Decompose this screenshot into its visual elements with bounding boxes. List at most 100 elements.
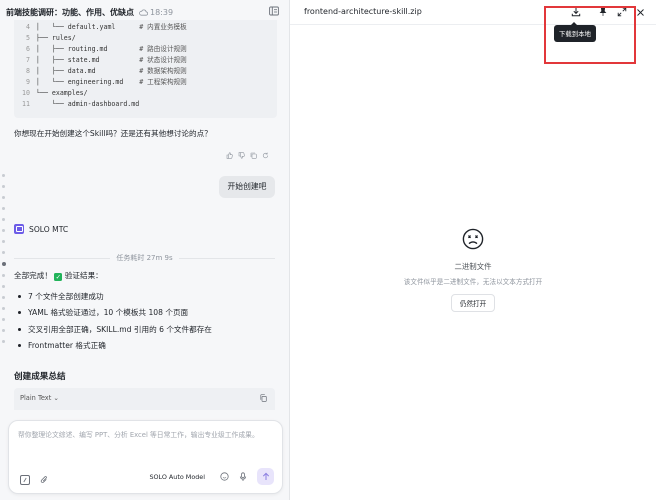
composer-placeholder[interactable]: 帮你整理论文综述、编写 PPT、分析 Excel 等日常工作，输出专业级工作成果… — [18, 430, 273, 441]
open-anyway-button[interactable]: 仍然打开 — [450, 294, 496, 312]
divider-line — [14, 257, 111, 259]
thumbs-up-icon[interactable] — [226, 152, 233, 159]
start-creating-button[interactable]: 开始创建吧 — [219, 176, 275, 198]
code-language-selector[interactable]: Plain Text ⌄ — [20, 394, 59, 402]
list-item: Frontmatter 格式正确 — [14, 338, 212, 355]
timeline-dot[interactable] — [2, 307, 5, 310]
binary-file-notice: 二进制文件 该文件似乎是二进制文件，无法以文本方式打开 仍然打开 — [290, 228, 656, 312]
highlight-box — [544, 6, 636, 64]
timeline-dot[interactable] — [2, 296, 5, 299]
list-item: YAML 格式验证通过，10 个模板共 108 个页面 — [14, 305, 212, 322]
done-text: 全部完成！ — [14, 271, 52, 280]
code-line: 7 │ ├── state.md # 状态设计规则 — [16, 55, 277, 66]
conversation-title: 前端技能调研：功能、作用、优缺点 — [6, 7, 134, 17]
summary-title: 创建成果总结 — [14, 372, 66, 382]
composer-left-tools — [20, 475, 49, 485]
code-line: 11 └── admin-dashboard.md — [16, 99, 277, 110]
code-text: ├── rules/ — [36, 34, 76, 42]
regenerate-icon[interactable] — [262, 152, 269, 159]
send-button[interactable] — [257, 468, 274, 485]
assistant-question: 你想现在开始创建这个Skill吗？还是还有其他想讨论的点？ — [14, 129, 212, 138]
emoji-icon[interactable] — [220, 472, 229, 481]
composer-right-tools: SOLO Auto Model — [149, 468, 274, 485]
list-item-text: YAML 格式验证通过，10 个模板共 108 个页面 — [28, 308, 189, 318]
timeline-dot[interactable] — [2, 229, 5, 232]
code-text: └── admin-dashboard.md — [36, 100, 140, 108]
line-number: 7 — [26, 56, 30, 64]
list-item: 7 个文件全部创建成功 — [14, 288, 212, 305]
agent-name: SOLO MTC — [29, 224, 69, 234]
timeline-dot[interactable] — [2, 174, 5, 177]
message-composer[interactable]: 帮你整理论文综述、编写 PPT、分析 Excel 等日常工作，输出专业级工作成果… — [8, 420, 283, 494]
timeline-dot[interactable] — [2, 318, 5, 321]
line-number: 6 — [26, 45, 30, 53]
cloud-icon — [139, 8, 148, 16]
code-text: │ ├── state.md — [36, 56, 140, 64]
code-text: │ ├── routing.md — [36, 45, 140, 53]
code-language: Plain Text — [20, 394, 52, 402]
code-line: 9 │ └── engineering.md # 工程架构规则 — [16, 77, 277, 88]
line-number: 10 — [22, 89, 30, 97]
thumbs-down-icon[interactable] — [238, 152, 245, 159]
arrow-up-icon — [262, 472, 269, 480]
model-selector[interactable]: SOLO Auto Model — [149, 473, 205, 481]
copy-code-icon[interactable] — [260, 394, 267, 402]
timeline-dot[interactable] — [2, 329, 5, 332]
code-line: 8 │ ├── data.md # 数据架构规则 — [16, 66, 277, 77]
timeline-dot[interactable] — [2, 340, 5, 343]
chat-panel: 前端技能调研：功能、作用、优缺点 18:39 4 │ └── default.ya… — [0, 0, 290, 500]
code-block-file-tree: 4 │ └── default.yaml # 内置业务模板 5 ├── rules/6… — [14, 20, 277, 118]
microphone-icon[interactable] — [239, 471, 247, 482]
task-duration: 任务耗时 27m 9s — [116, 254, 173, 262]
binary-description: 该文件似乎是二进制文件，无法以文本方式打开 — [403, 278, 543, 286]
timeline-dot[interactable] — [2, 285, 5, 288]
divider-line — [178, 257, 275, 259]
code-line: 10 └── examples/ — [16, 88, 277, 99]
result-heading: 全部完成！ ✓ 验证结果： — [14, 270, 103, 281]
timeline-dot[interactable] — [2, 185, 5, 188]
file-name: frontend-architecture-skill.zip — [304, 7, 422, 16]
timeline-dot[interactable] — [2, 251, 5, 254]
timeline-dot[interactable] — [2, 218, 5, 221]
timeline-dot[interactable] — [2, 240, 5, 243]
timeline-dot[interactable] — [2, 207, 5, 210]
line-number: 8 — [26, 67, 30, 75]
line-number: 5 — [26, 34, 30, 42]
sad-face-icon — [462, 228, 484, 250]
file-viewer: frontend-architecture-skill.zip 下载到本地 二进… — [290, 0, 656, 500]
code-text: │ ├── data.md — [36, 67, 140, 75]
list-item-text: 交叉引用全部正确，SKILL.md 引用的 6 个文件都存在 — [28, 324, 212, 334]
list-item-text: Frontmatter 格式正确 — [28, 341, 106, 351]
time-label: 18:39 — [150, 7, 174, 17]
code-block-summary: Plain Text ⌄ — [14, 388, 275, 410]
timeline-dot-active[interactable] — [1, 262, 6, 266]
code-line: 5 ├── rules/ — [16, 33, 277, 44]
code-line: 4 │ └── default.yaml # 内置业务模板 — [16, 22, 277, 33]
timeline-dot[interactable] — [2, 196, 5, 199]
collapse-panel-icon[interactable] — [269, 6, 279, 16]
code-comment: # 内置业务模板 — [139, 23, 187, 31]
close-icon — [636, 8, 644, 16]
check-icon: ✓ — [54, 273, 63, 281]
scroll-timeline[interactable] — [1, 174, 6, 343]
code-line: 6 │ ├── routing.md # 路由设计规则 — [16, 44, 277, 55]
list-item-text: 7 个文件全部创建成功 — [28, 291, 104, 301]
code-text: │ └── default.yaml — [36, 23, 140, 31]
code-text: └── examples/ — [36, 89, 88, 97]
code-comment: # 路由设计规则 — [139, 45, 187, 53]
solo-logo-icon — [14, 224, 24, 234]
message-actions — [226, 152, 269, 159]
line-number: 11 — [22, 100, 30, 108]
attach-icon[interactable] — [40, 475, 49, 485]
line-number: 9 — [26, 78, 30, 86]
slash-command-icon[interactable] — [20, 475, 30, 485]
binary-title: 二进制文件 — [454, 262, 492, 271]
code-comment: # 工程架构规则 — [139, 78, 187, 86]
result-list: 7 个文件全部创建成功 YAML 格式验证通过，10 个模板共 108 个页面 … — [14, 288, 212, 354]
code-comment: # 状态设计规则 — [139, 56, 187, 64]
copy-icon[interactable] — [250, 152, 257, 159]
chevron-down-icon: ⌄ — [53, 394, 59, 402]
list-item: 交叉引用全部正确，SKILL.md 引用的 6 个文件都存在 — [14, 321, 212, 338]
conversation-time: 18:39 — [139, 8, 173, 17]
timeline-dot[interactable] — [2, 274, 5, 277]
